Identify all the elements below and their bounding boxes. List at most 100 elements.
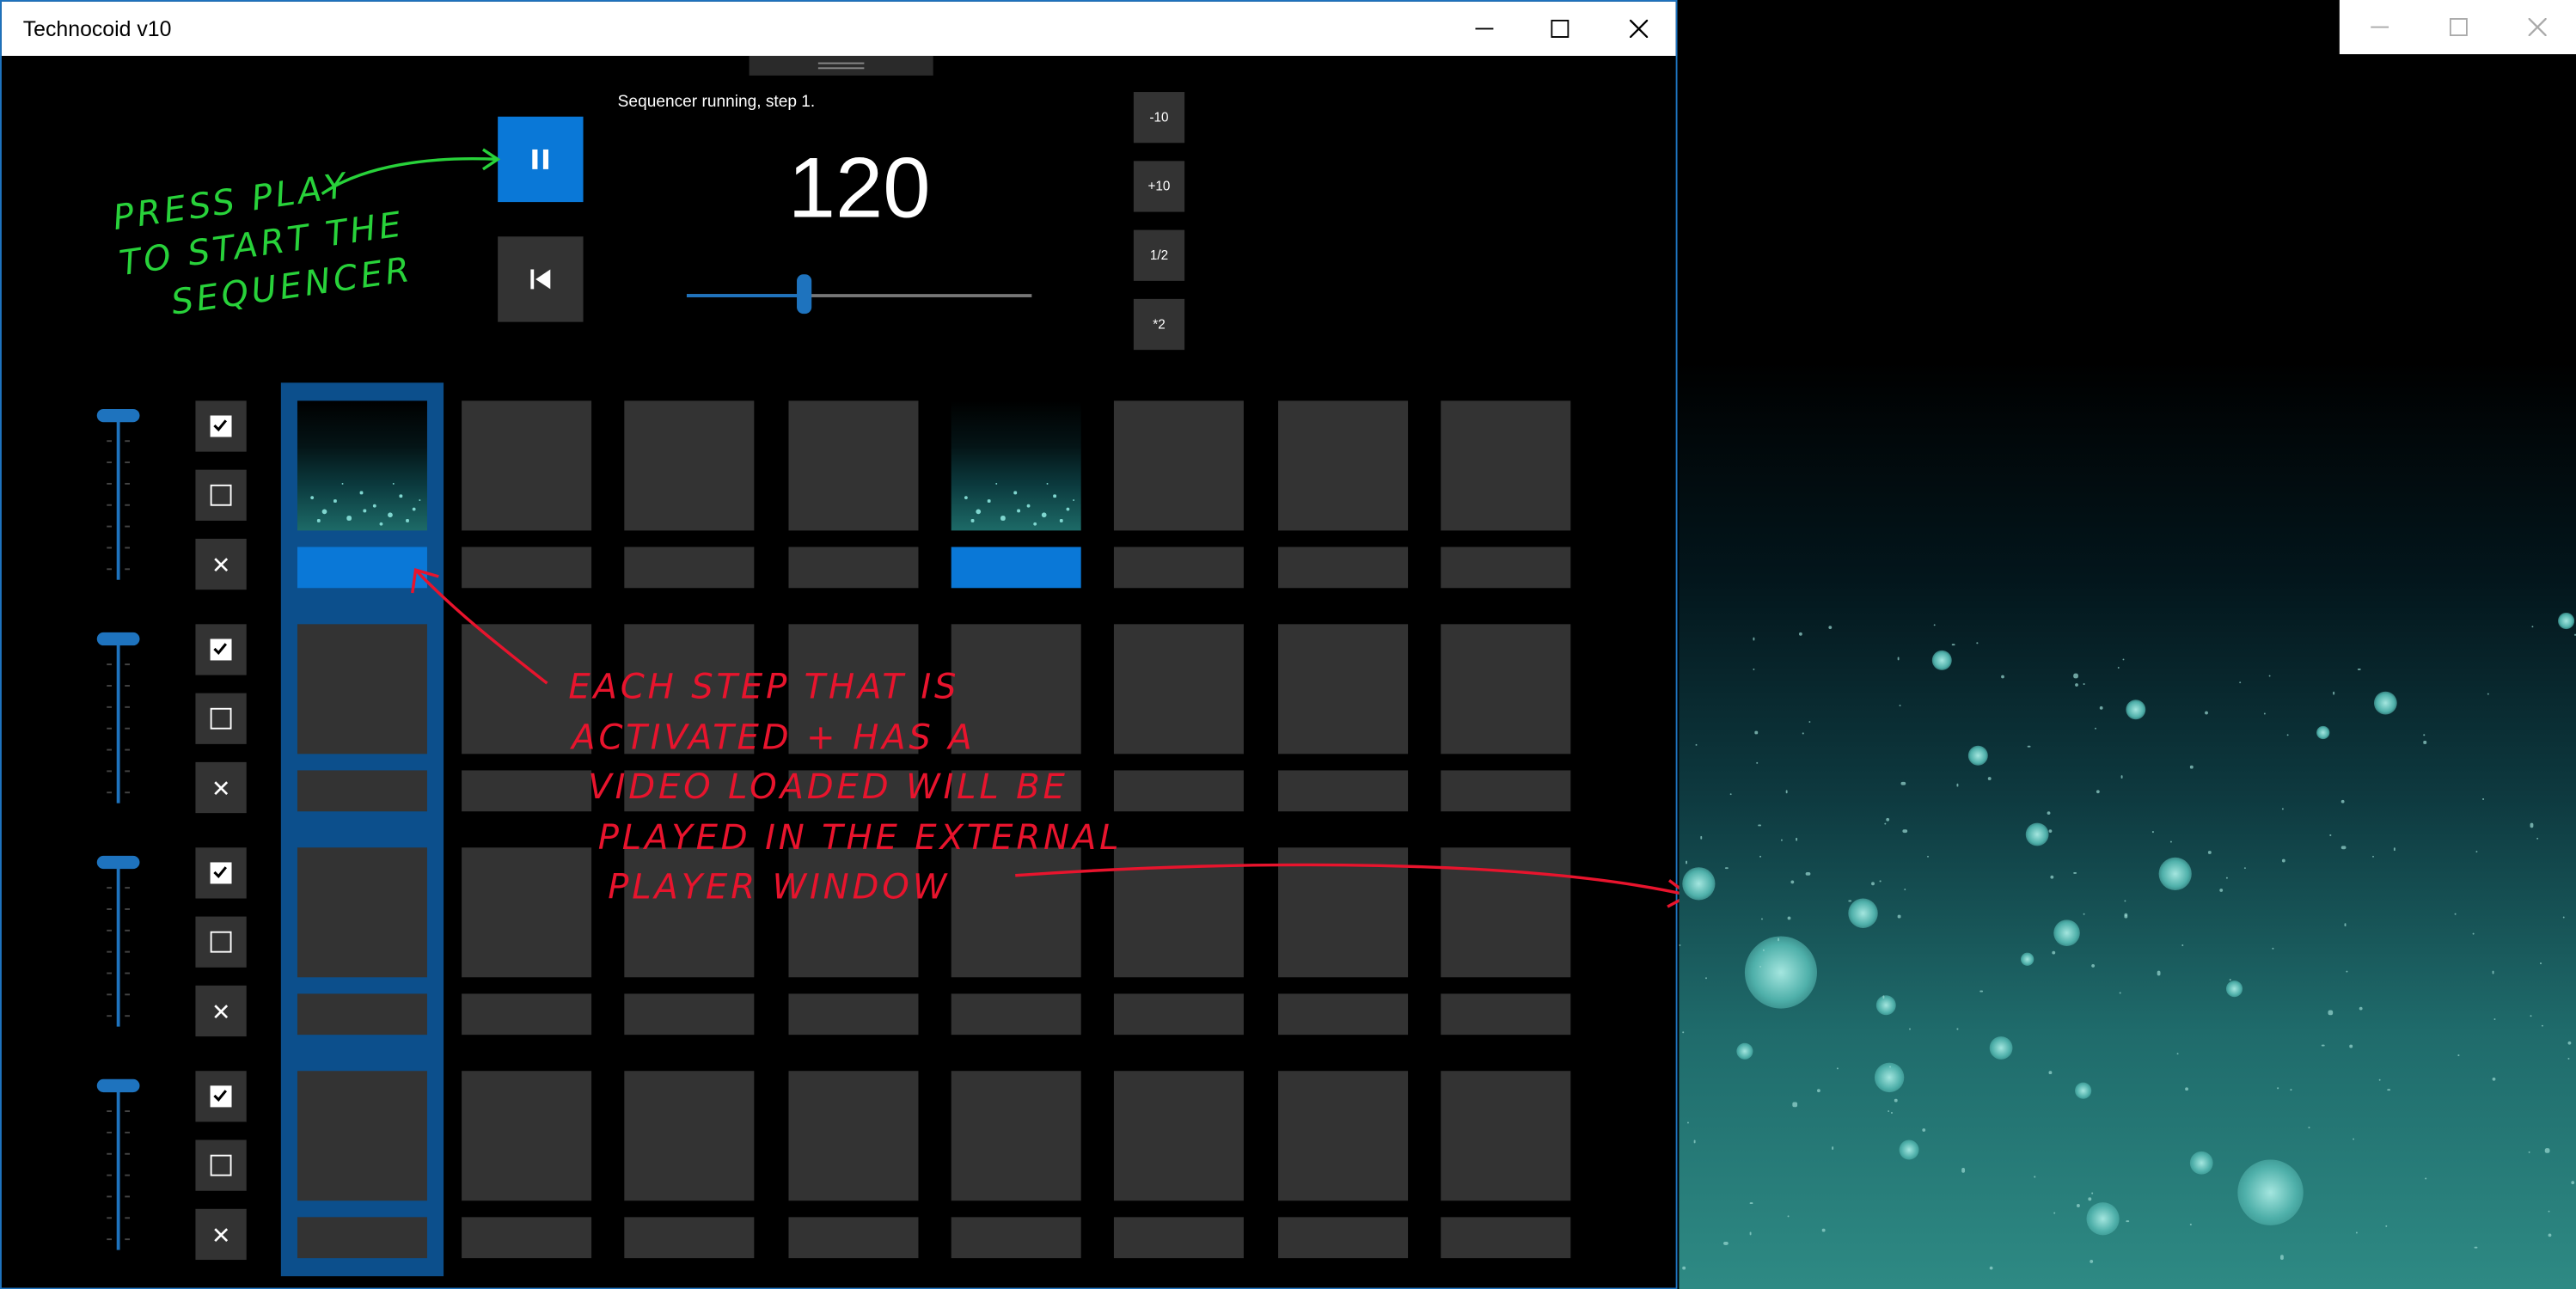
step-toggle[interactable] bbox=[1113, 770, 1244, 812]
step-toggle[interactable] bbox=[788, 547, 919, 589]
rewind-button[interactable] bbox=[498, 236, 584, 322]
tempo-half-button[interactable]: 1/2 bbox=[1133, 229, 1185, 281]
volume-slider[interactable] bbox=[96, 408, 140, 580]
step-video-slot[interactable] bbox=[951, 1071, 1081, 1201]
step-toggle[interactable] bbox=[297, 770, 427, 812]
step-video-slot[interactable] bbox=[788, 1071, 919, 1201]
tempo-slider[interactable] bbox=[686, 274, 1032, 315]
channel-loop-checkbox[interactable] bbox=[195, 469, 247, 521]
step-toggle[interactable] bbox=[951, 547, 1081, 589]
particle-dust bbox=[1700, 836, 1703, 840]
step-toggle[interactable] bbox=[1113, 547, 1244, 589]
step-toggle[interactable] bbox=[1278, 547, 1409, 589]
particle-bubble bbox=[1899, 1139, 1919, 1160]
step-video-slot[interactable] bbox=[1441, 400, 1571, 531]
step-video-slot[interactable] bbox=[624, 1071, 755, 1201]
step-toggle[interactable] bbox=[624, 993, 755, 1035]
tempo-plus-10-button[interactable]: +10 bbox=[1133, 161, 1185, 212]
slider-tick bbox=[125, 504, 131, 506]
panel-drag-handle[interactable] bbox=[749, 55, 933, 76]
step-toggle[interactable] bbox=[1278, 770, 1409, 812]
particle-dust bbox=[1975, 642, 1977, 644]
step-toggle[interactable] bbox=[1441, 770, 1571, 812]
channel-loop-checkbox[interactable] bbox=[195, 693, 247, 744]
step-toggle[interactable] bbox=[788, 993, 919, 1035]
slider-tick bbox=[125, 727, 131, 730]
channel-enable-checkbox[interactable] bbox=[195, 400, 247, 452]
particle-dust bbox=[1679, 944, 1682, 947]
particle-dust bbox=[1808, 720, 1810, 724]
player-close-button[interactable] bbox=[2497, 0, 2576, 54]
step-video-slot[interactable] bbox=[297, 847, 427, 978]
volume-slider-thumb[interactable] bbox=[96, 1078, 140, 1093]
close-button[interactable] bbox=[1600, 2, 1676, 56]
channel-enable-checkbox[interactable] bbox=[195, 1071, 247, 1122]
step-video-slot[interactable] bbox=[1278, 400, 1409, 531]
step-toggle[interactable] bbox=[297, 993, 427, 1035]
tempo-slider-thumb[interactable] bbox=[797, 274, 812, 315]
step-video-slot[interactable] bbox=[1113, 624, 1244, 754]
step-toggle[interactable] bbox=[624, 547, 755, 589]
step-video-slot[interactable] bbox=[297, 1071, 427, 1201]
clear-channel-button[interactable]: ✕ bbox=[195, 538, 247, 590]
channel-enable-checkbox[interactable] bbox=[195, 847, 247, 899]
step-toggle[interactable] bbox=[1441, 993, 1571, 1035]
step-toggle[interactable] bbox=[462, 993, 592, 1035]
clear-channel-button[interactable]: ✕ bbox=[195, 985, 247, 1037]
particle-dust bbox=[2285, 735, 2288, 737]
step-toggle[interactable] bbox=[951, 993, 1081, 1035]
step-video-slot[interactable] bbox=[1278, 1071, 1409, 1201]
channel-loop-checkbox[interactable] bbox=[195, 916, 247, 968]
step-video-slot[interactable] bbox=[462, 1071, 592, 1201]
maximize-button[interactable] bbox=[1521, 2, 1597, 56]
volume-slider[interactable] bbox=[96, 855, 140, 1027]
step-toggle[interactable] bbox=[1113, 1217, 1244, 1259]
sparkle-dot bbox=[1000, 516, 1005, 520]
volume-slider-thumb[interactable] bbox=[96, 855, 140, 870]
particle-bubble bbox=[1874, 1062, 1905, 1093]
particle-dust bbox=[1777, 938, 1779, 941]
step-video-slot[interactable] bbox=[462, 400, 592, 531]
tempo-double-button[interactable]: *2 bbox=[1133, 298, 1185, 351]
step-video-slot[interactable] bbox=[1113, 400, 1244, 531]
step-video-slot[interactable] bbox=[1278, 624, 1409, 754]
slider-tick bbox=[125, 770, 131, 773]
volume-slider[interactable] bbox=[96, 632, 140, 803]
step-toggle[interactable] bbox=[1441, 1217, 1571, 1259]
step-video-slot[interactable] bbox=[297, 400, 427, 531]
volume-slider-thumb[interactable] bbox=[96, 632, 140, 646]
volume-slider[interactable] bbox=[96, 1078, 140, 1250]
sparkle-dot bbox=[970, 519, 974, 522]
step-toggle[interactable] bbox=[1113, 993, 1244, 1035]
particle-dust bbox=[2332, 692, 2334, 694]
step-toggle[interactable] bbox=[297, 1217, 427, 1259]
step-toggle[interactable] bbox=[788, 1217, 919, 1259]
tempo-minus-10-button[interactable]: -10 bbox=[1133, 92, 1185, 144]
step-toggle[interactable] bbox=[951, 1217, 1081, 1259]
step-toggle[interactable] bbox=[1278, 993, 1409, 1035]
clear-channel-button[interactable]: ✕ bbox=[195, 1208, 247, 1261]
step-toggle[interactable] bbox=[1441, 547, 1571, 589]
step-video-slot[interactable] bbox=[788, 400, 919, 531]
step-toggle[interactable] bbox=[624, 1217, 755, 1259]
player-minimize-button[interactable] bbox=[2340, 0, 2419, 54]
step-video-slot[interactable] bbox=[1441, 624, 1571, 754]
step-toggle[interactable] bbox=[1278, 1217, 1409, 1259]
channel-enable-checkbox[interactable] bbox=[195, 624, 247, 675]
player-maximize-button[interactable] bbox=[2419, 0, 2498, 54]
particle-dust bbox=[1817, 1088, 1821, 1092]
step-video-slot[interactable] bbox=[1441, 1071, 1571, 1201]
title-bar[interactable]: Technocoid v10 bbox=[1, 1, 1676, 56]
step-video-slot[interactable] bbox=[624, 400, 755, 531]
clear-channel-button[interactable]: ✕ bbox=[195, 761, 247, 814]
player-caption-bar[interactable] bbox=[2339, 0, 2576, 55]
particle-bubble bbox=[2373, 691, 2397, 715]
slider-tick bbox=[107, 461, 112, 464]
particle-dust bbox=[2074, 682, 2079, 687]
step-toggle[interactable] bbox=[462, 1217, 592, 1259]
channel-loop-checkbox[interactable] bbox=[195, 1139, 247, 1191]
minimize-button[interactable] bbox=[1446, 2, 1521, 56]
step-video-slot[interactable] bbox=[1113, 1071, 1244, 1201]
volume-slider-thumb[interactable] bbox=[96, 408, 140, 423]
step-video-slot[interactable] bbox=[951, 400, 1081, 531]
